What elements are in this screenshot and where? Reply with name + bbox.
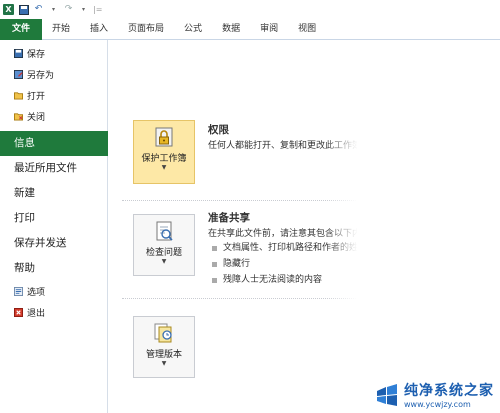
chevron-down-icon: ▼ <box>161 258 167 265</box>
exit-icon <box>14 308 23 317</box>
nav-options-label: 选项 <box>27 288 46 298</box>
nav-recent[interactable]: 最近所用文件 <box>0 156 107 181</box>
tab-review[interactable]: 审阅 <box>250 19 288 40</box>
prepare-title: 准备共享 <box>208 212 250 224</box>
chevron-down-icon: ▼ <box>161 360 167 367</box>
check-issues-button[interactable]: 检查问题 ▼ <box>133 214 195 276</box>
info-panel: 保护工作簿 ▼ 权限 任何人都能打开、复制和更改此工作簿的任何部分。 检查问题 … <box>108 40 500 413</box>
nav-info[interactable]: 信息 <box>0 131 116 156</box>
manage-versions-button[interactable]: 管理版本 ▼ <box>133 316 195 378</box>
nav-save-as[interactable]: 另存为 <box>0 64 107 85</box>
nav-help[interactable]: 帮助 <box>0 256 107 281</box>
nav-new[interactable]: 新建 <box>0 181 107 206</box>
ribbon-tabs: 文件 开始 插入 页面布局 公式 数据 审阅 视图 <box>0 18 500 40</box>
nav-exit[interactable]: 退出 <box>0 302 107 323</box>
folder-close-icon <box>14 113 23 121</box>
lock-icon <box>155 127 173 147</box>
folder-open-icon <box>14 92 23 100</box>
overlay-fade <box>326 40 500 413</box>
protect-workbook-label: 保护工作簿 <box>141 154 187 164</box>
nav-open-label: 打开 <box>27 92 46 102</box>
nav-save-as-label: 另存为 <box>27 71 55 81</box>
nav-save-send[interactable]: 保存并发送 <box>0 231 107 256</box>
redo-icon[interactable]: ↷ <box>63 4 74 15</box>
protect-workbook-button[interactable]: 保护工作簿 ▼ <box>133 120 195 184</box>
nav-exit-label: 退出 <box>27 309 46 319</box>
watermark: 纯净系统之家 www.ycwjzy.com <box>374 380 494 409</box>
nav-options[interactable]: 选项 <box>0 281 107 302</box>
chevron-down-icon[interactable]: ▾ <box>48 4 59 15</box>
nav-close-label: 关闭 <box>27 113 46 123</box>
check-issues-label: 检查问题 <box>145 248 182 258</box>
nav-save[interactable]: 保存 <box>0 43 107 64</box>
manage-versions-label: 管理版本 <box>145 350 182 360</box>
tab-data[interactable]: 数据 <box>212 19 250 40</box>
versions-icon <box>154 323 172 343</box>
list-item-text: 残障人士无法阅读的内容 <box>223 275 323 285</box>
chevron-down-icon[interactable]: ▾ <box>78 4 89 15</box>
nav-open[interactable]: 打开 <box>0 85 107 106</box>
watermark-url: www.ycwjzy.com <box>404 400 471 409</box>
save-icon[interactable] <box>18 4 29 15</box>
watermark-logo-icon <box>377 383 397 406</box>
tab-view[interactable]: 视图 <box>288 19 326 40</box>
bullet-icon <box>212 261 217 267</box>
undo-icon[interactable]: ↶ <box>33 4 44 15</box>
quick-access-toolbar: X ↶ ▾ ↷ ▾ |= <box>0 0 500 19</box>
tab-page-layout[interactable]: 页面布局 <box>118 19 174 40</box>
document-check-icon <box>156 221 173 241</box>
nav-save-label: 保存 <box>27 50 46 60</box>
excel-logo-icon: X <box>3 4 14 15</box>
tab-home[interactable]: 开始 <box>42 19 80 40</box>
nav-print[interactable]: 打印 <box>0 206 107 231</box>
nav-close[interactable]: 关闭 <box>0 106 107 127</box>
options-icon <box>14 287 23 296</box>
watermark-title: 纯净系统之家 <box>404 383 494 399</box>
chevron-down-icon: ▼ <box>161 164 167 171</box>
bullet-icon <box>212 245 217 251</box>
backstage-nav: 保存 另存为 打开 关闭 信息 最近所用文件 新建 打印 保存并发送 帮助 选项… <box>0 40 116 413</box>
save-icon <box>14 49 23 58</box>
tab-insert[interactable]: 插入 <box>80 19 118 40</box>
bullet-icon <box>212 277 217 283</box>
permissions-title: 权限 <box>208 124 229 136</box>
customize-toolbar-icon[interactable]: |= <box>93 5 102 14</box>
list-item-text: 隐藏行 <box>223 259 251 269</box>
tab-file[interactable]: 文件 <box>0 18 42 40</box>
save-as-icon <box>14 70 23 79</box>
tab-formulas[interactable]: 公式 <box>174 19 212 40</box>
